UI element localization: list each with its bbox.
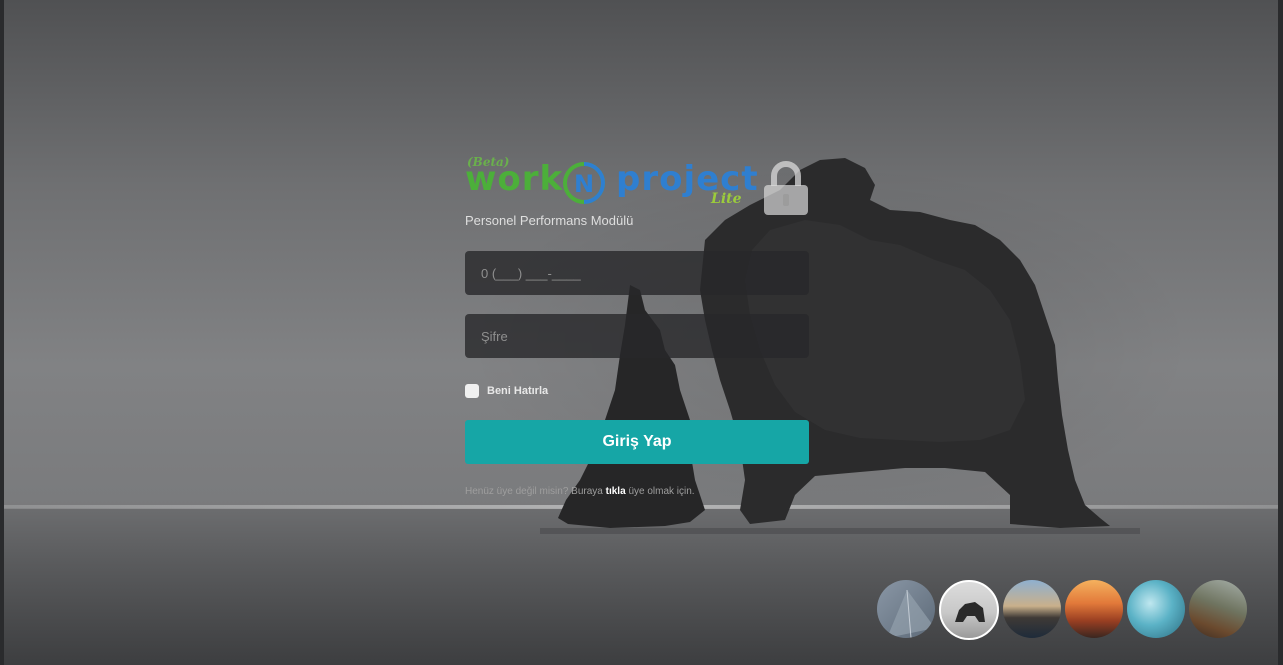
- logo-n-letter: N: [574, 170, 594, 198]
- remember-me-label[interactable]: Beni Hatırla: [487, 385, 548, 397]
- register-prefix-text: Henüz üye değil misin? Buraya: [465, 486, 603, 497]
- background-thumb-6[interactable]: [1189, 580, 1247, 638]
- phone-input[interactable]: [465, 251, 809, 295]
- logo-lite-label: Lite: [711, 191, 742, 207]
- thumb-2-rock: [955, 602, 985, 622]
- background-thumb-4[interactable]: [1065, 580, 1123, 638]
- background-thumb-2-selected[interactable]: [939, 580, 999, 640]
- remember-me-checkbox[interactable]: [465, 384, 479, 398]
- frame-left-edge: [0, 0, 4, 665]
- frame-right-edge: [1278, 0, 1283, 665]
- background-thumb-5[interactable]: [1127, 580, 1185, 638]
- login-panel: (Beta) work N project Lite Personel Perf…: [465, 155, 810, 497]
- thumb-1-shape: [887, 589, 935, 638]
- app-logo: (Beta) work N project Lite: [465, 155, 810, 223]
- register-prompt: Henüz üye değil misin? Buraya tıkla üye …: [465, 486, 810, 497]
- password-input[interactable]: [465, 314, 809, 358]
- register-suffix-text: üye olmak için.: [628, 486, 695, 497]
- logo-n-emblem: N: [563, 162, 605, 204]
- login-button[interactable]: Giriş Yap: [465, 420, 809, 464]
- remember-me-row[interactable]: Beni Hatırla: [465, 382, 810, 400]
- background-selector: [877, 580, 1251, 640]
- register-link[interactable]: tıkla: [606, 486, 626, 497]
- lock-icon: [764, 161, 808, 215]
- logo-work-text: work: [465, 159, 564, 199]
- background-thumb-3[interactable]: [1003, 580, 1061, 638]
- background-thumb-1[interactable]: [877, 580, 935, 638]
